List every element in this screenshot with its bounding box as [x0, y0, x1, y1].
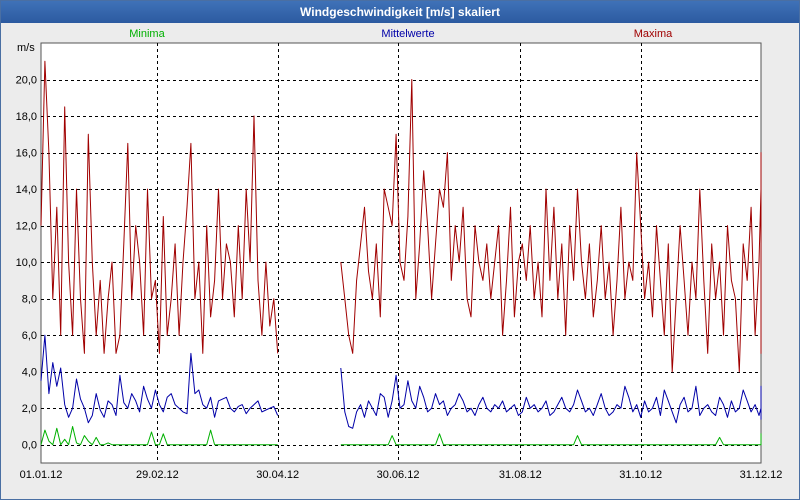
- x-tick-label: 29.02.12: [136, 469, 179, 481]
- x-tick-label: 31.10.12: [619, 469, 662, 481]
- y-tick-labels: 0,0 2,0 4,0 6,0 8,0 10,0 12,0 14,0 16,0 18,0 20,0: [16, 75, 37, 452]
- y-tick-label: 0,0: [22, 440, 37, 452]
- y-tick-label: 10,0: [16, 257, 37, 269]
- y-tick-label: 16,0: [16, 148, 37, 160]
- legend-maxima: Maxima: [634, 28, 673, 40]
- y-tick-label: 18,0: [16, 111, 37, 123]
- y-axis-label: m/s: [17, 42, 35, 54]
- chart-window: Windgeschwindigkeit [m/s] skaliert 0,0 2,…: [0, 0, 800, 500]
- x-tick-label: 31.08.12: [499, 469, 542, 481]
- x-tick-label: 30.06.12: [377, 469, 420, 481]
- y-tick-label: 4,0: [22, 367, 37, 379]
- y-tick-label: 12,0: [16, 221, 37, 233]
- legend-minima: Minima: [129, 28, 165, 40]
- x-tick-labels: 01.01.12 29.02.12 30.04.12 30.06.12 31.08.12…: [20, 469, 783, 481]
- y-tick-label: 8,0: [22, 294, 37, 306]
- legend-mittelwerte: Mittelwerte: [381, 28, 434, 40]
- plot-area: [40, 42, 762, 464]
- y-tick-label: 20,0: [16, 75, 37, 87]
- x-tick-label: 30.04.12: [256, 469, 299, 481]
- y-tick-label: 14,0: [16, 184, 37, 196]
- y-tick-label: 2,0: [22, 403, 37, 415]
- y-tick-label: 6,0: [22, 330, 37, 342]
- chart-canvas: 0,02,04,06,08,010,012,014,016,018,020,0 …: [16, 28, 783, 481]
- x-tick-label: 31.12.12: [740, 469, 783, 481]
- x-tick-label: 01.01.12: [20, 469, 63, 481]
- window-title: Windgeschwindigkeit [m/s] skaliert: [1, 1, 799, 23]
